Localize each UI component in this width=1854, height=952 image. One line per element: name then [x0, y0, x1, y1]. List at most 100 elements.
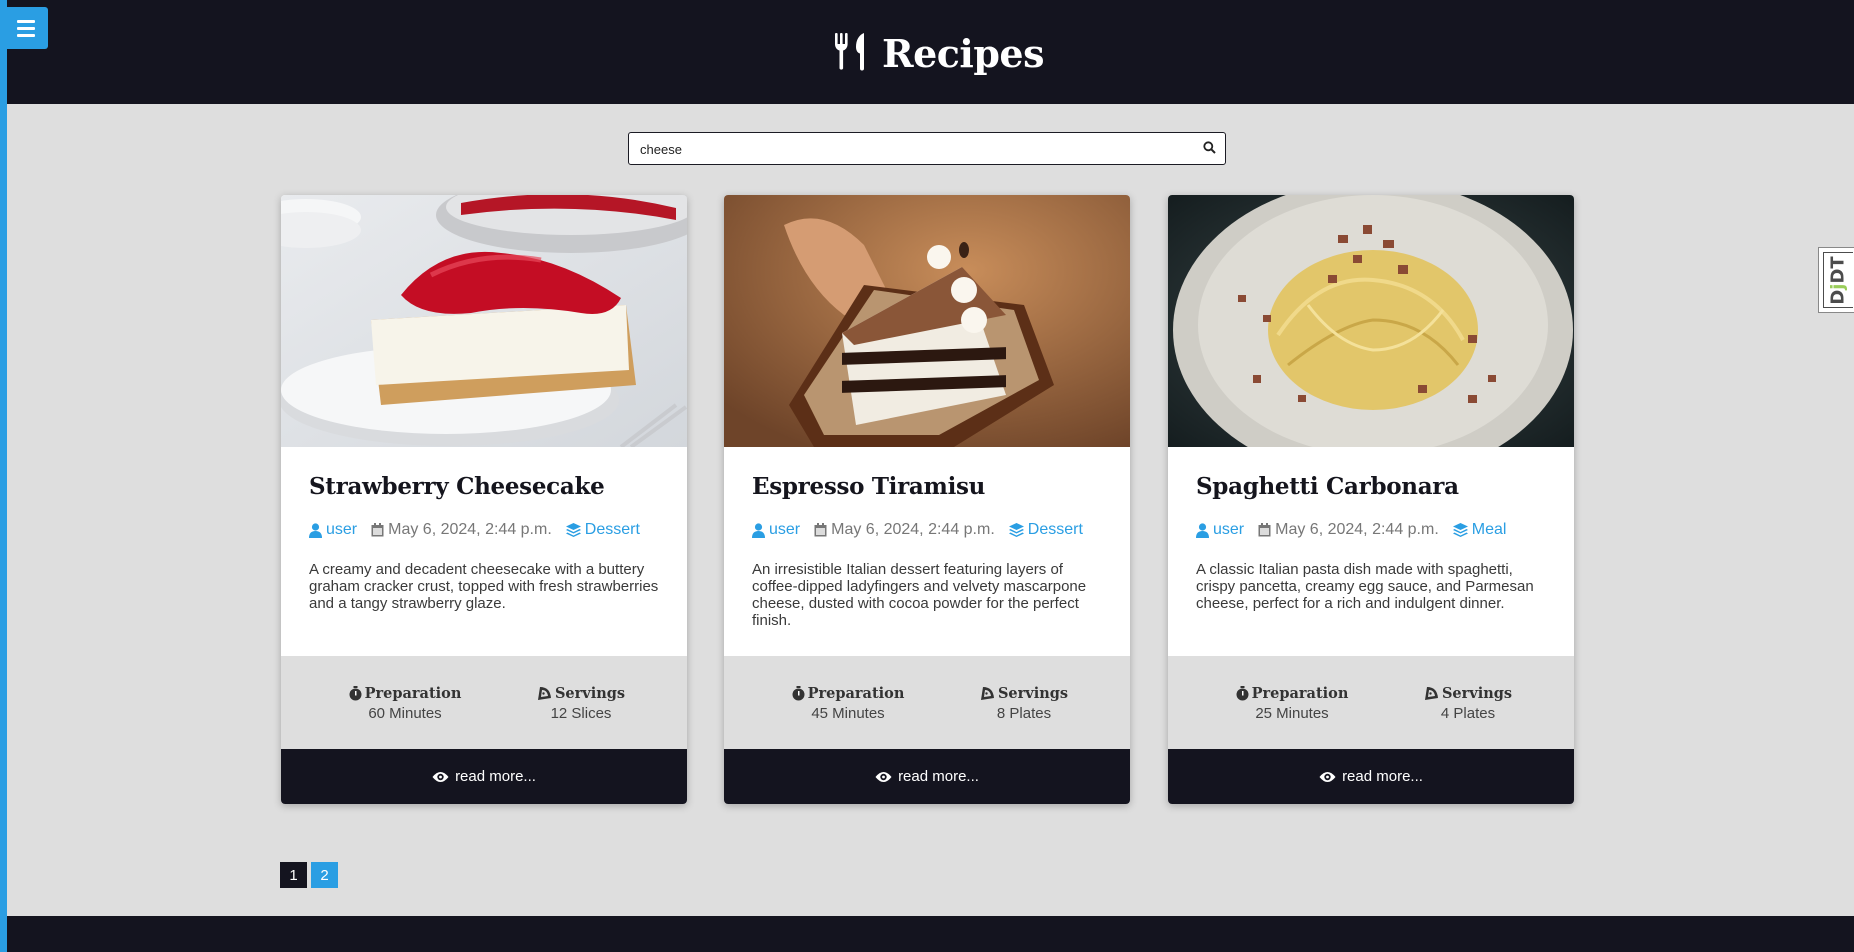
preparation-stat: Preparation 25 Minutes: [1222, 685, 1362, 722]
page-2-button[interactable]: 2: [311, 862, 338, 888]
calendar-icon: [814, 523, 827, 537]
date-text: May 6, 2024, 2:44 p.m.: [1275, 521, 1439, 538]
recipe-image[interactable]: [281, 195, 687, 447]
preparation-label: Preparation: [1251, 685, 1349, 702]
eye-icon: [432, 771, 449, 782]
servings-value: 12 Slices: [550, 705, 612, 722]
eye-icon: [875, 771, 892, 782]
preparation-stat: Preparation 45 Minutes: [778, 685, 918, 722]
search-box: [628, 132, 1226, 165]
author[interactable]: user: [1196, 521, 1244, 539]
user-icon: [309, 522, 322, 538]
preparation-value: 60 Minutes: [368, 705, 442, 722]
djdt-letters-dt: DT: [1828, 255, 1850, 284]
category-text[interactable]: Dessert: [585, 521, 640, 539]
hamburger-icon: [16, 19, 35, 37]
djdt-letter-j: j: [1828, 283, 1850, 290]
pizza-slice-icon: [980, 687, 994, 700]
pizza-slice-icon: [537, 687, 551, 700]
author-name[interactable]: user: [326, 521, 357, 539]
left-accent-strip: [0, 0, 7, 952]
recipe-meta: user May 6, 2024, 2:44 p.m. Meal: [1196, 521, 1520, 539]
recipe-description: A classic Italian pasta dish made with s…: [1196, 561, 1534, 612]
date: May 6, 2024, 2:44 p.m.: [1258, 521, 1439, 539]
recipe-card: Strawberry Cheesecake user May 6, 2024, …: [281, 195, 687, 804]
category[interactable]: Dessert: [565, 521, 640, 539]
date: May 6, 2024, 2:44 p.m.: [371, 521, 552, 539]
date-text: May 6, 2024, 2:44 p.m.: [831, 521, 995, 538]
preparation-value: 45 Minutes: [811, 705, 885, 722]
card-body: Strawberry Cheesecake user May 6, 2024, …: [281, 447, 687, 656]
read-more-label[interactable]: read more...: [1342, 768, 1423, 785]
servings-value: 8 Plates: [996, 705, 1052, 722]
recipe-description: A creamy and decadent cheesecake with a …: [309, 561, 659, 612]
recipe-meta: user May 6, 2024, 2:44 p.m. Dessert: [309, 521, 654, 539]
servings-stat: Servings 12 Slices: [511, 685, 651, 722]
recipe-stats: Preparation 25 Minutes Servings 4 Plates: [1168, 656, 1574, 749]
search-input[interactable]: [638, 133, 1202, 165]
read-more-button[interactable]: read more...: [1168, 749, 1574, 804]
category-text[interactable]: Meal: [1472, 521, 1507, 539]
read-more-label[interactable]: read more...: [898, 768, 979, 785]
category-text[interactable]: Dessert: [1028, 521, 1083, 539]
recipe-card: Spaghetti Carbonara user May 6, 2024, 2:…: [1168, 195, 1574, 804]
recipe-image[interactable]: [724, 195, 1130, 447]
recipe-meta: user May 6, 2024, 2:44 p.m. Dessert: [752, 521, 1097, 539]
servings-stat: Servings 8 Plates: [954, 685, 1094, 722]
recipe-stats: Preparation 60 Minutes Servings 12 Slice…: [281, 656, 687, 749]
category[interactable]: Meal: [1452, 521, 1507, 539]
page-title: Recipes: [882, 30, 1044, 76]
servings-label: Servings: [554, 685, 626, 702]
author-name[interactable]: user: [1213, 521, 1244, 539]
servings-label: Servings: [997, 685, 1069, 702]
recipe-card: Espresso Tiramisu user May 6, 2024, 2:44…: [724, 195, 1130, 804]
recipe-title[interactable]: Spaghetti Carbonara: [1196, 473, 1459, 500]
debug-toolbar-handle[interactable]: DjDT: [1818, 247, 1854, 313]
card-body: Spaghetti Carbonara user May 6, 2024, 2:…: [1168, 447, 1574, 656]
read-more-button[interactable]: read more...: [281, 749, 687, 804]
date: May 6, 2024, 2:44 p.m.: [814, 521, 995, 539]
author-name[interactable]: user: [769, 521, 800, 539]
user-icon: [752, 522, 765, 538]
page-1-button[interactable]: 1: [280, 862, 307, 888]
search-icon[interactable]: [1203, 141, 1216, 159]
recipe-title[interactable]: Strawberry Cheesecake: [309, 473, 605, 500]
date-text: May 6, 2024, 2:44 p.m.: [388, 521, 552, 538]
layer-group-icon: [1452, 523, 1468, 537]
layer-group-icon: [565, 523, 581, 537]
page-header: Recipes: [7, 0, 1854, 104]
stopwatch-icon: [1236, 686, 1249, 701]
servings-label: Servings: [1441, 685, 1513, 702]
page-footer: [7, 916, 1854, 952]
utensils-icon: [834, 31, 868, 76]
layer-group-icon: [1008, 523, 1024, 537]
eye-icon: [1319, 771, 1336, 782]
menu-toggle-button[interactable]: [3, 7, 48, 49]
stopwatch-icon: [792, 686, 805, 701]
pizza-slice-icon: [1424, 687, 1438, 700]
pagination: 1 2: [280, 862, 338, 888]
read-more-button[interactable]: read more...: [724, 749, 1130, 804]
debug-toolbar-logo: DjDT: [1823, 252, 1853, 308]
recipe-image[interactable]: [1168, 195, 1574, 447]
servings-stat: Servings 4 Plates: [1398, 685, 1538, 722]
read-more-label[interactable]: read more...: [455, 768, 536, 785]
stopwatch-icon: [349, 686, 362, 701]
preparation-label: Preparation: [364, 685, 462, 702]
category[interactable]: Dessert: [1008, 521, 1083, 539]
preparation-stat: Preparation 60 Minutes: [335, 685, 475, 722]
brand: Recipes: [834, 28, 1044, 78]
recipe-title[interactable]: Espresso Tiramisu: [752, 473, 985, 500]
preparation-value: 25 Minutes: [1255, 705, 1329, 722]
author[interactable]: user: [752, 521, 800, 539]
user-icon: [1196, 522, 1209, 538]
calendar-icon: [1258, 523, 1271, 537]
preparation-label: Preparation: [807, 685, 905, 702]
recipe-stats: Preparation 45 Minutes Servings 8 Plates: [724, 656, 1130, 749]
servings-value: 4 Plates: [1440, 705, 1496, 722]
recipe-description: An irresistible Italian dessert featurin…: [752, 561, 1087, 629]
djdt-letter-d: D: [1828, 289, 1850, 305]
author[interactable]: user: [309, 521, 357, 539]
card-body: Espresso Tiramisu user May 6, 2024, 2:44…: [724, 447, 1130, 656]
calendar-icon: [371, 523, 384, 537]
